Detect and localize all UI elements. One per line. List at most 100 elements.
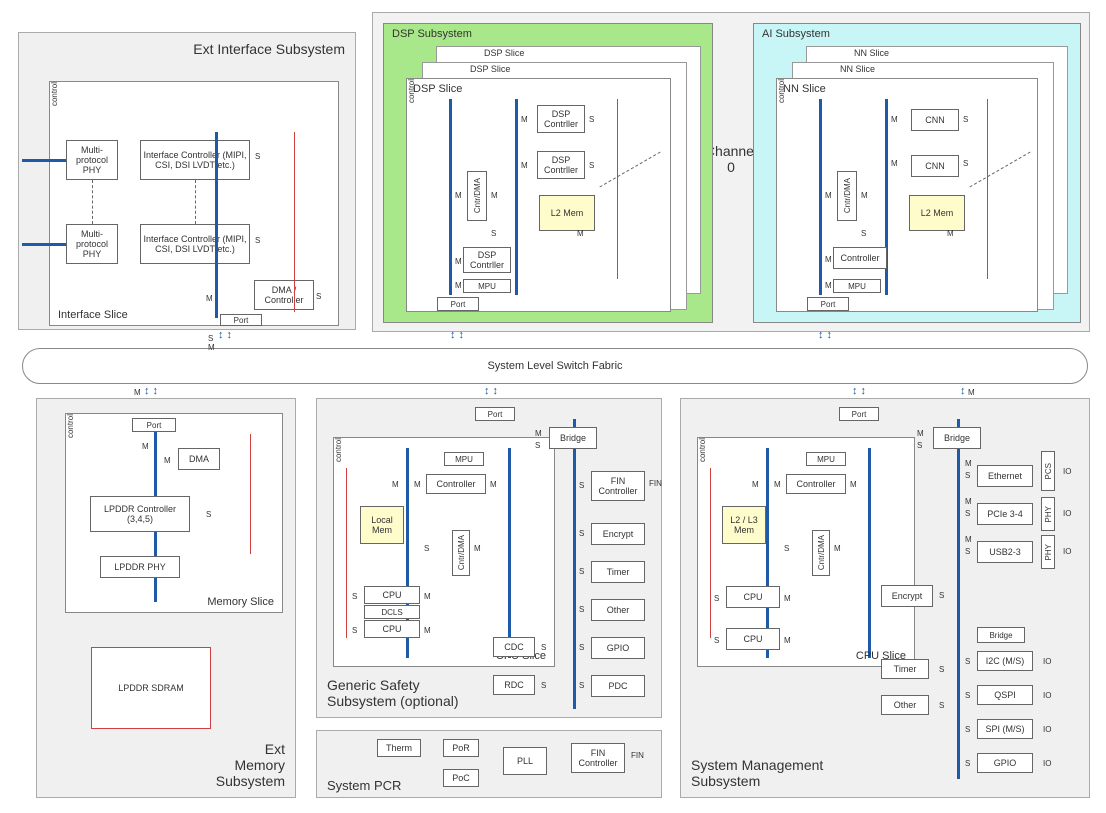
- mgmt-l2l3: L2 / L3 Mem: [722, 506, 766, 544]
- if-port: Port: [220, 314, 262, 326]
- safety-enc-s: S: [579, 529, 584, 538]
- mgmt-eth-m: M: [965, 459, 972, 468]
- lpddr-sdram: LPDDR SDRAM: [91, 647, 211, 729]
- safety-periph-bus: [573, 419, 576, 709]
- mgmt-bus1: [766, 448, 769, 658]
- dsp-s3: S: [491, 229, 496, 238]
- safety-subsystem: Local Mem Cntr/DMA Controller MPU CPU DC…: [316, 398, 662, 718]
- ext-memory-subsystem: Port DMA LPDDR Controller (3,4,5) LPDDR …: [36, 398, 296, 798]
- if-smpair: SM: [208, 334, 215, 352]
- safety-title: Generic SafetySubsystem (optional): [327, 677, 459, 709]
- mgmt-bridge-m: M: [917, 429, 924, 438]
- mgmt-subsystem: L2 / L3 Mem Cntr/DMA Controller MPU CPU …: [680, 398, 1090, 798]
- interface-slice: Multi-protocol PHY Multi-protocol PHY In…: [49, 81, 339, 326]
- pcr-pll: PLL: [503, 747, 547, 775]
- pcr-title: System PCR: [327, 778, 401, 793]
- safety-ctrl: Controller: [426, 474, 486, 494]
- mgmt-usb-m: M: [965, 535, 972, 544]
- dsp-m5: M: [577, 229, 584, 238]
- nn-m3: M: [861, 191, 868, 200]
- safety-fin: FIN Controller: [591, 471, 645, 501]
- ai-subsystem: AI Subsystem NN Slice NN Slice NN Slice …: [753, 23, 1081, 323]
- system-pcr: Therm PoR PoC PLL FIN Controller FIN Sys…: [316, 730, 662, 798]
- safety-encrypt: Encrypt: [591, 523, 645, 545]
- dsp-slice: DSP Slice Cntr/DMA DSP Contrller DSP Con…: [406, 78, 671, 312]
- mgmt-cpu-1: CPU: [726, 586, 780, 608]
- mgmt-s3: S: [714, 636, 719, 645]
- safety-cpu-1: CPU: [364, 586, 420, 604]
- mgmt-i2c-s: S: [965, 657, 970, 666]
- if-bus-red: [294, 132, 295, 312]
- mgmt-periph-bus: [957, 419, 960, 779]
- dsp-l2mem: L2 Mem: [539, 195, 595, 231]
- mgmt-s1: S: [784, 544, 789, 553]
- s-label-1: S: [255, 152, 260, 161]
- safety-control: control: [334, 438, 343, 462]
- mgmt-oth-s: S: [939, 701, 944, 710]
- mgmt-spi: SPI (M/S): [977, 719, 1033, 739]
- if-controller-1: Interface Controller (MIPI, CSI, DSI LVD…: [140, 140, 250, 180]
- safety-s1: S: [424, 544, 429, 553]
- safety-s2: S: [352, 592, 357, 601]
- mem-dma: DMA: [178, 448, 220, 470]
- mgmt-cntr: Cntr/DMA: [812, 530, 830, 576]
- safety-bus-red: [346, 468, 347, 638]
- mgmt-io-2: IO: [1063, 509, 1071, 518]
- safety-oth-s: S: [579, 605, 584, 614]
- nn-m2: M: [891, 159, 898, 168]
- mgmt-ctrl: Controller: [786, 474, 846, 494]
- mgmt-m3: M: [774, 480, 781, 489]
- dsp-m3: M: [491, 191, 498, 200]
- mgmt-tim-s: S: [939, 665, 944, 674]
- safety-bridge: Bridge: [549, 427, 597, 449]
- cnn-1: CNN: [911, 109, 959, 131]
- nn-slice-title: NN Slice: [783, 83, 826, 95]
- safety-cdc-s: S: [541, 643, 546, 652]
- mgmt-io-7: IO: [1043, 759, 1051, 768]
- nn-m1: M: [891, 115, 898, 124]
- mem-s1: S: [206, 510, 211, 519]
- nn-bus-red: [987, 99, 988, 279]
- safety-m4: M: [474, 544, 481, 553]
- dsp-m1: M: [521, 115, 528, 124]
- nn-dash: [969, 152, 1030, 188]
- mgmt-io-1: IO: [1063, 467, 1071, 476]
- arrow-mgmt-fabric-1: ↕ ↕: [852, 386, 866, 397]
- mgmt-spi-s: S: [965, 725, 970, 734]
- pcr-fin-io: FIN: [631, 751, 644, 760]
- nn-m7: M: [825, 281, 832, 290]
- nn-slice-l2: NN Slice: [840, 64, 875, 74]
- safety-bridge-s: S: [535, 441, 540, 450]
- dsp-m7: M: [455, 281, 462, 290]
- safety-s3: S: [352, 626, 357, 635]
- mgmt-title: System ManagementSubsystem: [691, 757, 823, 789]
- mgmt-io-4: IO: [1043, 657, 1051, 666]
- mgmt-pcie: PCIe 3-4: [977, 503, 1033, 525]
- if-bus-h: [22, 159, 66, 162]
- safety-m2: M: [490, 480, 497, 489]
- safety-cntr: Cntr/DMA: [452, 530, 470, 576]
- dsp-subsystem: DSP Subsystem DSP Slice DSP Slice DSP Sl…: [383, 23, 713, 323]
- m-label-1: M: [206, 294, 213, 303]
- safety-fin-io: FIN: [649, 479, 662, 488]
- mgmt-io-5: IO: [1043, 691, 1051, 700]
- safety-cpu-2: CPU: [364, 620, 420, 638]
- nn-cntr-dma: Cntr/DMA: [837, 171, 857, 221]
- dsp-control: control: [407, 79, 416, 103]
- nn-m6: M: [825, 255, 832, 264]
- mgmt-usb: USB2-3: [977, 541, 1033, 563]
- mgmt-qspi-s: S: [965, 691, 970, 700]
- safety-m3: M: [414, 480, 421, 489]
- lpddr-phy: LPDDR PHY: [100, 556, 180, 578]
- mgmt-pcie-m: M: [965, 497, 972, 506]
- arrow-mem-fabric: ↕ ↕: [144, 386, 158, 397]
- if-bus-blue: [215, 132, 218, 318]
- arrow-mgmt-fabric-2: ↕: [960, 386, 966, 397]
- mgmt-eth: Ethernet: [977, 465, 1033, 487]
- safety-timer: Timer: [591, 561, 645, 583]
- safety-other: Other: [591, 599, 645, 621]
- arrow-safety-fabric: ↕ ↕: [484, 386, 498, 397]
- mgmt-pcie-s: S: [965, 509, 970, 518]
- safety-rdc-s: S: [541, 681, 546, 690]
- mgmt-i2c: I2C (M/S): [977, 651, 1033, 671]
